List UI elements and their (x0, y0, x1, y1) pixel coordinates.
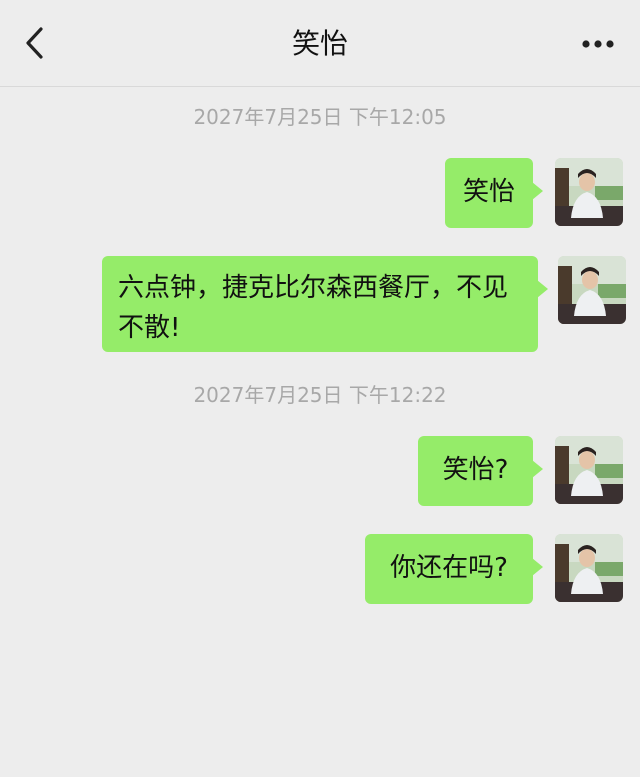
message-timestamp: 2027年7月25日 下午12:22 (193, 383, 447, 407)
more-button[interactable] (578, 26, 618, 62)
avatar[interactable] (558, 256, 626, 324)
avatar[interactable] (555, 436, 623, 504)
message-bubble[interactable]: 你还在吗? (365, 534, 543, 604)
avatar[interactable] (555, 158, 623, 226)
message-timestamp: 2027年7月25日 下午12:05 (193, 105, 447, 129)
message-bubble[interactable]: 笑怡? (418, 436, 543, 506)
message-bubble[interactable]: 笑怡 (445, 158, 543, 228)
message-bubble[interactable]: 六点钟，捷克比尔森西餐厅，不见不散! (102, 256, 548, 352)
avatar[interactable] (555, 534, 623, 602)
more-dots-icon (582, 40, 614, 48)
chat-title: 笑怡 (291, 27, 348, 60)
chat-header: 笑怡 (0, 0, 640, 87)
